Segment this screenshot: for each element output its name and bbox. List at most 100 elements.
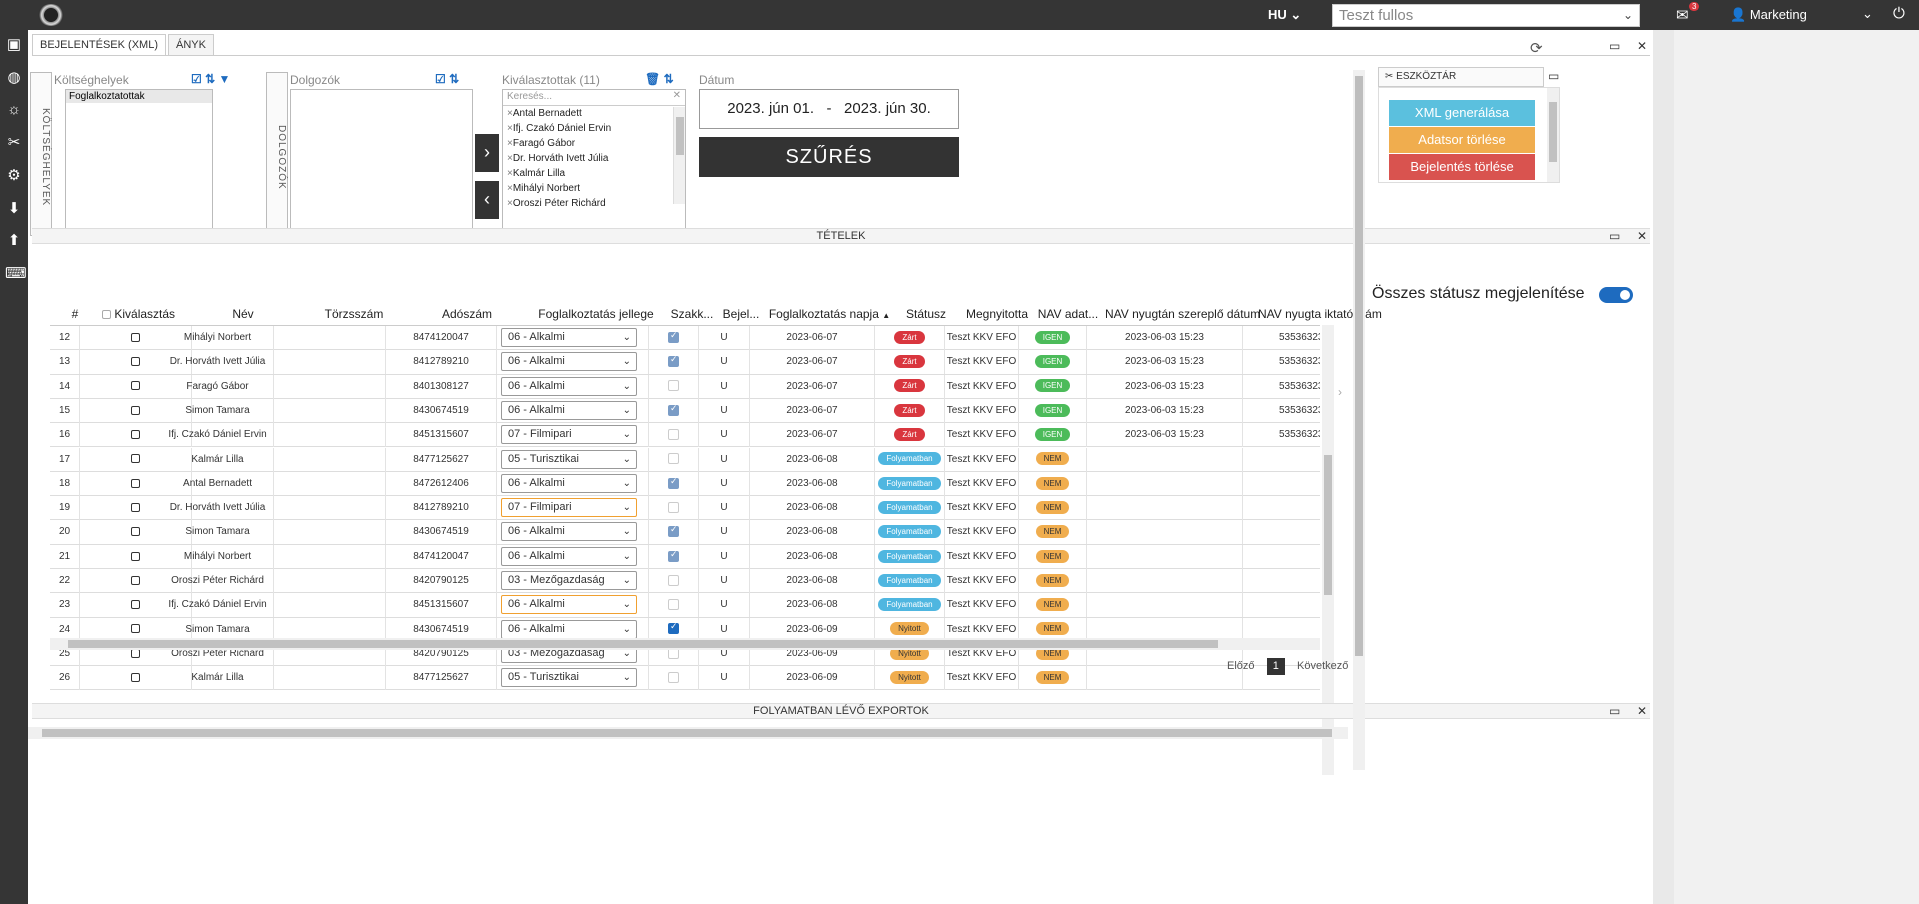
row-employment-type[interactable]: 06 - Alkalmi ⌄	[497, 520, 649, 545]
power-icon[interactable]: ⏻	[1893, 5, 1905, 22]
table-row[interactable]: 20 Simon Tamara 843067451906 - Alkalmi⌄ U20…	[50, 520, 1320, 545]
szakk-checkbox[interactable]	[668, 520, 679, 541]
col-opened[interactable]: Megnyitotta	[960, 307, 1034, 325]
row-select-checkbox[interactable]	[131, 624, 140, 634]
row-employment-type[interactable]: 07 - Filmipari ⌄	[497, 496, 649, 521]
col-szakk[interactable]: Szakk...	[669, 307, 715, 325]
row-szakk[interactable]	[649, 666, 699, 691]
szakk-checkbox[interactable]	[668, 472, 679, 493]
row-select-checkbox[interactable]	[131, 430, 140, 440]
selected-chip[interactable]: ×Kalmár Lilla	[503, 166, 685, 181]
szakk-checkbox[interactable]	[668, 380, 679, 392]
szakk-checkbox[interactable]	[668, 326, 679, 347]
row-select-checkbox[interactable]	[131, 357, 140, 367]
row-select-checkbox[interactable]	[131, 575, 140, 585]
selected-list[interactable]: Keresés... ✕ ×Antal Bernadett ×Ifj. Czak…	[502, 89, 686, 235]
move-right-button[interactable]: ›	[475, 134, 499, 172]
expand-icon[interactable]: ✕	[1637, 39, 1647, 53]
mail-icon[interactable]: ✉ 3	[1676, 2, 1700, 24]
row-szakk[interactable]	[649, 326, 699, 350]
chevron-down-icon[interactable]: ⌄	[1862, 6, 1873, 22]
szakk-checkbox[interactable]	[668, 545, 679, 566]
row-employment-type[interactable]: 05 - Turisztikai ⌄	[497, 666, 649, 691]
main-scrollbar[interactable]	[1353, 70, 1365, 770]
table-row[interactable]: 15Simon Tamara843067451906 - Alkalmi⌄U20…	[50, 398, 1320, 424]
selected-chip[interactable]: ×Faragó Gábor	[503, 136, 685, 151]
col-regno[interactable]: Törzsszám	[299, 307, 409, 325]
row-select-checkbox[interactable]	[131, 405, 140, 415]
filter-icon[interactable]: ▼	[219, 72, 231, 86]
scrollbar-thumb[interactable]	[1355, 76, 1363, 656]
sun-icon[interactable]: ☼	[5, 101, 23, 119]
row-szakk[interactable]	[649, 593, 699, 618]
row-employment-type[interactable]: 05 - Turisztikai ⌄	[497, 447, 649, 472]
col-bejel[interactable]: Bejel...	[718, 307, 764, 325]
employment-type-select[interactable]: 05 - Turisztikai ⌄	[501, 449, 637, 469]
table-row[interactable]: 18 Antal Bernadett 8472612406 06 - Alkalmi ⌄…	[50, 471, 1320, 497]
row-select-checkbox[interactable]	[131, 502, 140, 512]
col-receipt-date[interactable]: NAV nyugtán szereplő dátum	[1105, 307, 1260, 325]
row-employment-type[interactable]: 06 - Alkalmi ⌄	[497, 398, 649, 423]
employment-type-select[interactable]: 05 - Turisztikai ⌄	[501, 668, 637, 688]
gears-icon[interactable]: ⚙	[5, 167, 23, 185]
tools-icon[interactable]: ✂	[5, 134, 23, 152]
row-employment-type[interactable]: 06 - Alkalmi ⌄	[497, 593, 649, 618]
employment-type-select[interactable]: 06 - Alkalmi ⌄	[501, 328, 637, 347]
expand-icon[interactable]: ✕	[1637, 704, 1647, 718]
selected-chip[interactable]: ×Dr. Horváth Ivett Júlia	[503, 151, 685, 166]
checkbox-all-icon[interactable]: ☑	[191, 72, 202, 86]
employment-type-select[interactable]: 06 - Alkalmi ⌄	[501, 595, 637, 615]
szakk-checkbox[interactable]	[668, 599, 679, 611]
scrollbar-thumb[interactable]	[42, 729, 1332, 737]
row-szakk[interactable]	[649, 447, 699, 472]
table-row[interactable]: 16 Ifj. Czakó Dániel Ervin 8451315607 07 - …	[50, 423, 1320, 448]
list-item[interactable]: Foglalkoztatottak	[66, 90, 212, 103]
delete-report-button[interactable]: Bejelentés törlése	[1389, 154, 1535, 180]
date-range-input[interactable]: 2023. jún 01. - 2023. jún 30.	[699, 89, 959, 129]
clear-icon[interactable]: ✕	[673, 90, 681, 101]
row-select-checkbox[interactable]	[131, 648, 140, 658]
col-employment-type[interactable]: Foglalkoztatás jellege	[523, 307, 669, 325]
col-nav-data[interactable]: NAV adat...	[1034, 307, 1102, 325]
minimize-icon[interactable]: ▭	[1609, 39, 1620, 53]
employees-list[interactable]	[290, 89, 473, 235]
filter-button[interactable]: SZŰRÉS	[699, 137, 959, 177]
employment-type-select[interactable]: 06 - Alkalmi ⌄	[501, 400, 637, 420]
user-menu[interactable]: 👤 Marketing	[1730, 7, 1807, 23]
row-select-checkbox[interactable]	[131, 454, 140, 464]
col-select[interactable]: Kiválasztás	[102, 307, 202, 325]
table-row[interactable]: 26 Kalmár Lilla 8477125627 05 - Turisztikai…	[50, 666, 1320, 691]
minimize-icon[interactable]: ▭	[1609, 229, 1620, 243]
szakk-checkbox[interactable]	[668, 618, 679, 638]
delete-dataset-button[interactable]: Adatsor törlése	[1389, 127, 1535, 153]
selected-chip[interactable]: ×Oroszi Péter Richárd	[503, 196, 685, 211]
employment-type-select[interactable]: 07 - Filmipari ⌄	[501, 498, 637, 518]
scrollbar-thumb[interactable]	[676, 117, 684, 155]
minimize-icon[interactable]: ▭	[1548, 69, 1559, 83]
cost-centers-list[interactable]: Foglalkoztatottak	[65, 89, 213, 235]
table-row[interactable]: 21 Mihályi Norbert 8474120047 06 - Alkalmi ⌄…	[50, 544, 1320, 569]
globe-icon[interactable]: ◍	[5, 69, 23, 87]
row-szakk[interactable]	[649, 520, 699, 545]
toolbox-scrollbar[interactable]	[1547, 88, 1559, 182]
expand-icon[interactable]: ✕	[1637, 229, 1647, 243]
selected-chip[interactable]: ×Ifj. Czakó Dániel Ervin	[503, 121, 685, 136]
table-horizontal-scrollbar[interactable]	[50, 638, 1320, 650]
table-row[interactable]: 23 Ifj. Czakó Dániel Ervin 8451315607 06 - …	[50, 593, 1320, 618]
sort-icon[interactable]: ⇅	[205, 72, 215, 86]
inbox-download-icon[interactable]: ⬇	[5, 200, 23, 218]
table-row[interactable]: 12 Mihályi Norbert 8474120047 06 - Alkalmi ⌄…	[50, 326, 1320, 351]
pager-prev[interactable]: Előző	[1227, 660, 1255, 672]
szakk-checkbox[interactable]	[668, 429, 679, 441]
refresh-icon[interactable]: ⟳	[1530, 39, 1543, 57]
generate-xml-button[interactable]: XML generálása	[1389, 100, 1535, 126]
col-employment-date[interactable]: Foglalkoztatás napja ▲	[767, 307, 892, 325]
row-employment-type[interactable]: 07 - Filmipari ⌄	[497, 423, 649, 448]
row-szakk[interactable]	[649, 544, 699, 569]
employment-type-select[interactable]: 06 - Alkalmi ⌄	[501, 546, 637, 566]
checkbox-all-icon[interactable]: ☑	[435, 72, 446, 86]
chevron-right-icon[interactable]: ›	[1338, 385, 1342, 399]
table-row[interactable]: 19 Dr. Horváth Ivett Júlia 8412789210 07 - …	[50, 496, 1320, 521]
sort-icon[interactable]: ⇅	[449, 72, 459, 86]
employment-type-select[interactable]: 07 - Filmipari ⌄	[501, 425, 637, 445]
